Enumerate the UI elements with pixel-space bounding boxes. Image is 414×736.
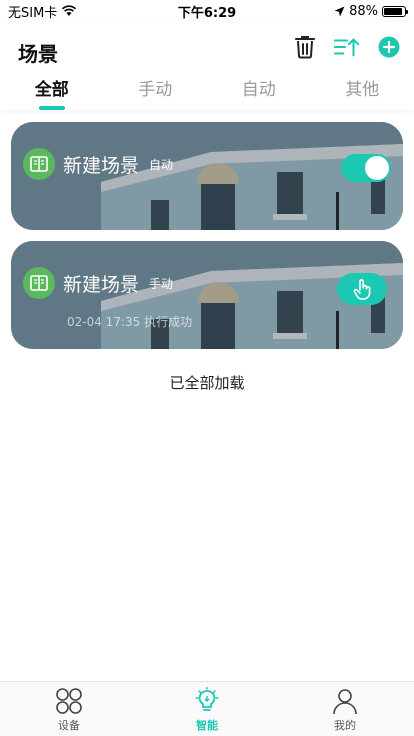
status-left: 无SIM卡 [8, 2, 77, 21]
sort-ascending-icon [334, 38, 360, 57]
scene-book-icon [30, 275, 48, 291]
nav-label: 智能 [196, 719, 218, 732]
tab-manual[interactable]: 手动 [104, 78, 208, 110]
person-icon [331, 687, 359, 715]
nav-label: 设备 [58, 719, 80, 732]
device-grid-icon [55, 687, 83, 715]
clock: 下午6:29 [177, 5, 237, 21]
tab-auto[interactable]: 自动 [207, 78, 311, 110]
execute-scene-button[interactable] [337, 273, 387, 305]
scene-mode: 手动 [149, 276, 174, 291]
scene-tabs: 全部 手动 自动 其他 [0, 78, 414, 110]
header: 场景 全部 手动 自动 其他 [0, 22, 414, 110]
location-arrow-icon [334, 6, 345, 16]
nav-label: 我的 [334, 719, 356, 732]
tab-other[interactable]: 其他 [311, 78, 414, 110]
scene-card[interactable]: 新建场景 手动 02-04 17:35 执行成功 [11, 241, 403, 349]
lightbulb-icon [193, 687, 221, 715]
carrier-text: 无SIM卡 [8, 5, 58, 21]
scene-book-icon [30, 156, 48, 172]
nav-item-devices[interactable]: 设备 [0, 682, 138, 736]
scene-title-row: 新建场景 自动 [23, 148, 173, 180]
battery-fill [384, 7, 402, 15]
scene-mode: 自动 [149, 157, 174, 172]
status-bar: 无SIM卡 下午6:29 88% [0, 0, 414, 22]
scene-title-row: 新建场景 手动 [23, 267, 173, 299]
nav-item-smart[interactable]: 智能 [138, 682, 276, 736]
nav-item-profile[interactable]: 我的 [276, 682, 414, 736]
status-right: 88% [334, 3, 408, 19]
list-load-status: 已全部加载 [169, 374, 245, 392]
scene-name: 新建场景 [63, 273, 140, 296]
battery-percent: 88% [349, 3, 378, 19]
plus-circle-icon [378, 36, 400, 58]
tab-all[interactable]: 全部 [0, 78, 104, 110]
scene-last-run-status: 02-04 17:35 执行成功 [67, 315, 193, 329]
trash-icon [295, 36, 315, 59]
scene-name: 新建场景 [63, 154, 140, 177]
scene-list: 新建场景 自动 新建场景 手动 02-04 17:35 执行成功 [11, 122, 403, 360]
bottom-nav: 设备 智能 我的 [0, 681, 414, 736]
scene-badge [23, 148, 55, 180]
header-actions [292, 34, 402, 60]
delete-button[interactable] [292, 34, 318, 60]
scene-enable-toggle[interactable] [341, 154, 391, 182]
scene-badge [23, 267, 55, 299]
add-scene-button[interactable] [376, 34, 402, 60]
tap-hand-icon [353, 279, 371, 300]
battery-icon [382, 5, 408, 17]
sort-button[interactable] [334, 34, 360, 60]
page-title: 场景 [18, 42, 58, 66]
wifi-icon [62, 5, 77, 16]
toggle-knob [365, 156, 389, 180]
scene-card[interactable]: 新建场景 自动 [11, 122, 403, 230]
